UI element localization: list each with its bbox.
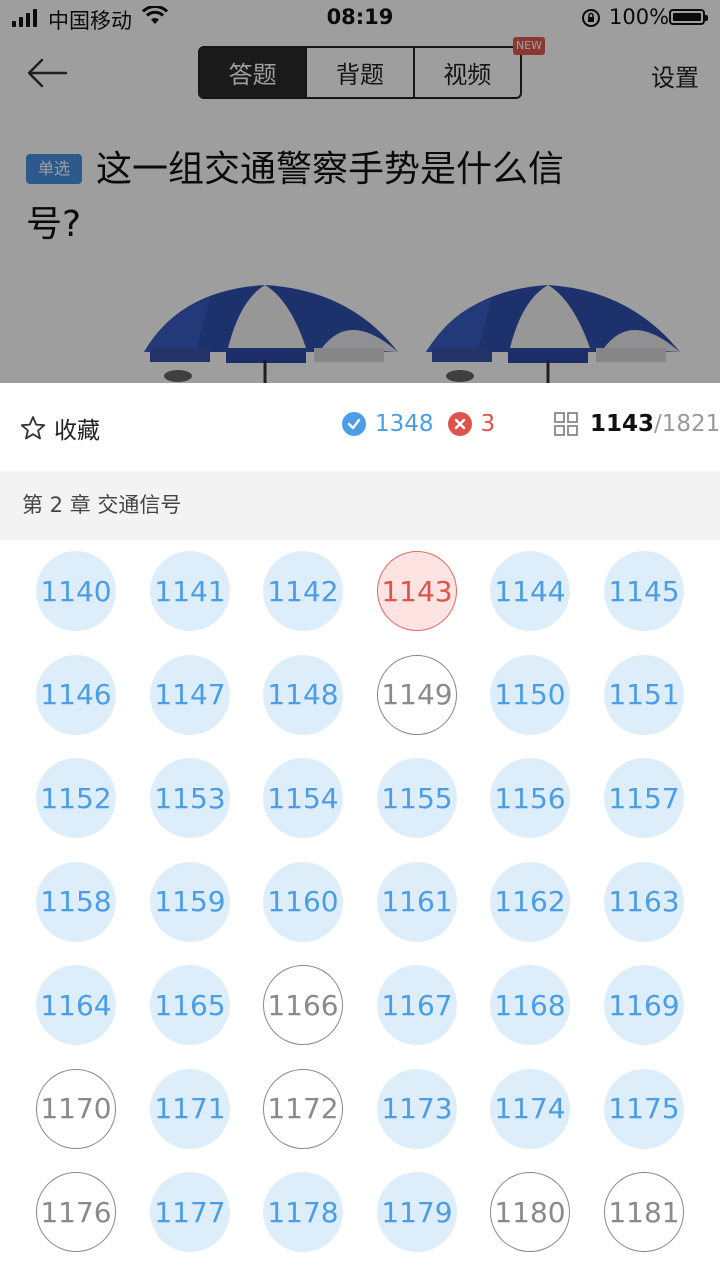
question-number[interactable]: 1178: [263, 1172, 343, 1252]
question-number[interactable]: 1162: [490, 861, 570, 942]
correct-count: 1348: [375, 411, 434, 437]
question-number[interactable]: 1147: [150, 654, 230, 735]
question-number[interactable]: 1164: [36, 965, 116, 1045]
question-number[interactable]: 1145: [604, 551, 684, 631]
question-number[interactable]: 1154: [263, 758, 343, 838]
question-number[interactable]: 1171: [150, 1068, 230, 1149]
question-number[interactable]: 1160: [263, 861, 343, 942]
question-number[interactable]: 1181: [604, 1172, 684, 1252]
star-icon: [20, 416, 46, 440]
question-number[interactable]: 1158: [36, 861, 116, 942]
check-icon: [342, 412, 366, 436]
answer-stats: 1348 3: [342, 411, 495, 437]
question-number[interactable]: 1159: [150, 861, 230, 942]
question-number[interactable]: 1177: [150, 1172, 230, 1252]
question-number[interactable]: 1140: [36, 551, 116, 631]
question-number[interactable]: 1161: [377, 861, 457, 942]
question-number[interactable]: 1150: [490, 654, 570, 735]
question-number[interactable]: 1173: [377, 1068, 457, 1149]
progress-indicator[interactable]: 1143 /1821: [553, 411, 720, 437]
question-number[interactable]: 1146: [36, 654, 116, 735]
answer-sheet-panel: 收藏 1348 3 1143 /1821 第 2 章 交通信号 1140 1141…: [0, 383, 720, 1280]
favorite-label: 收藏: [54, 418, 100, 444]
chapter-header: 第 2 章 交通信号: [0, 471, 720, 540]
question-number[interactable]: 1172: [263, 1068, 343, 1149]
question-number[interactable]: 1176: [36, 1172, 116, 1252]
question-number-current[interactable]: 1143: [377, 551, 457, 631]
question-number[interactable]: 1179: [377, 1172, 457, 1252]
answer-sheet-toolbar: 收藏 1348 3 1143 /1821: [0, 383, 720, 471]
question-number[interactable]: 1149: [377, 654, 457, 735]
question-number[interactable]: 1175: [604, 1068, 684, 1149]
favorite-button[interactable]: 收藏: [20, 411, 100, 445]
question-number[interactable]: 1152: [36, 758, 116, 838]
question-number[interactable]: 1141: [150, 551, 230, 631]
current-question-index: 1143: [590, 411, 655, 437]
question-number[interactable]: 1165: [150, 965, 230, 1045]
wrong-count: 3: [480, 411, 496, 437]
grid-icon: [554, 412, 578, 436]
question-number[interactable]: 1144: [490, 551, 570, 631]
total-questions: /1821: [654, 411, 720, 437]
question-number[interactable]: 1168: [490, 965, 570, 1045]
question-number[interactable]: 1157: [604, 758, 684, 838]
question-number[interactable]: 1151: [604, 654, 684, 735]
question-number[interactable]: 1169: [604, 965, 684, 1045]
question-number[interactable]: 1155: [377, 758, 457, 838]
question-number[interactable]: 1167: [377, 965, 457, 1045]
question-number[interactable]: 1170: [36, 1068, 116, 1149]
question-number[interactable]: 1148: [263, 654, 343, 735]
question-number[interactable]: 1142: [263, 551, 343, 631]
question-number[interactable]: 1153: [150, 758, 230, 838]
cross-icon: [447, 412, 472, 436]
question-number[interactable]: 1174: [490, 1068, 570, 1149]
question-number[interactable]: 1180: [490, 1172, 570, 1252]
question-number[interactable]: 1163: [604, 861, 684, 942]
question-number[interactable]: 1166: [263, 965, 343, 1045]
dim-overlay[interactable]: [0, 0, 720, 383]
question-number[interactable]: 1156: [490, 758, 570, 838]
